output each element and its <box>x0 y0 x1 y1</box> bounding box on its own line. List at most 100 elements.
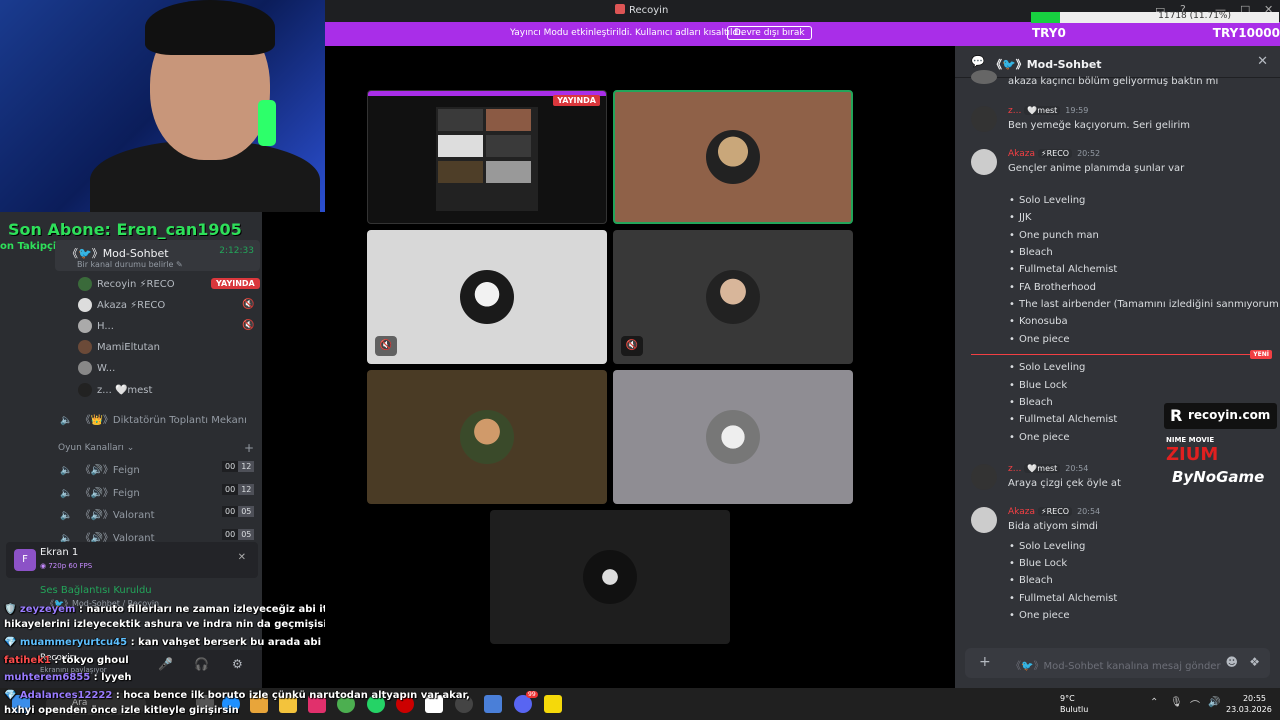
add-attachment-icon[interactable]: + <box>979 654 991 670</box>
app-icon-2[interactable] <box>484 695 502 713</box>
headphones-icon[interactable]: 🎧 <box>194 657 209 671</box>
voice-member[interactable]: z... 🤍mest <box>78 383 152 401</box>
voice-connected-status[interactable]: Ses Bağlantısı Kuruldu <box>40 585 152 596</box>
message-composer[interactable]: + 《🐦》Mod-Sohbet kanalına mesaj gönder ☻ … <box>965 648 1270 678</box>
speaker-icon: 🔈 <box>60 415 73 426</box>
chat-user: 💎 muammeryurtcu45 <box>4 637 128 648</box>
speaker-icon: 🔈 <box>60 465 73 476</box>
avatar <box>78 383 92 397</box>
discord-badge: 99 <box>526 691 538 698</box>
channel-item[interactable]: 🔈 《🔊》Feign <box>60 461 140 476</box>
chat-text: : lyyeh <box>90 672 132 683</box>
participant-tile[interactable] <box>613 370 853 504</box>
volume-icon[interactable]: 🔊 <box>1208 697 1220 708</box>
overlay-chat-line: hxhyi openden önce izle kitleyle girişir… <box>4 705 239 716</box>
participant-avatar <box>706 130 760 184</box>
webcam-hair <box>145 0 275 55</box>
wifi-icon[interactable]: ⌒ <box>1190 697 1200 712</box>
list-item: Konosuba <box>1009 316 1068 327</box>
text-chat-panel: 💬 《🐦》Mod-Sohbet ✕ akaza kaçıncı bölüm ge… <box>955 46 1280 688</box>
message-author[interactable]: Akaza ⚡RECO 20:52 <box>1008 149 1100 159</box>
stream-tile[interactable]: YAYINDA <box>367 90 607 224</box>
sticky-notes-icon[interactable] <box>544 695 562 713</box>
chat-user: muhterem6855 <box>4 672 91 683</box>
voice-member[interactable]: MamiEltutan <box>78 340 160 358</box>
close-chat-icon[interactable]: ✕ <box>1257 54 1268 69</box>
category-games[interactable]: Oyun Kanalları ⌄ <box>58 443 134 453</box>
channel-item[interactable]: 🔈 《🔊》Valorant <box>60 506 155 521</box>
sponsor-zium: ZIUM <box>1166 444 1219 465</box>
voice-channel-header[interactable]: 《🐦》Mod-Sohbet 2:12:33 Bir kanal durumu b… <box>55 240 260 271</box>
preview-cell <box>486 109 531 131</box>
goal-bar: 11718 (11.71%) <box>1031 11 1279 23</box>
count-a: 00 <box>222 461 239 472</box>
voice-member[interactable]: Akaza ⚡RECO <box>78 298 165 316</box>
message-time: 20:54 <box>1077 507 1101 516</box>
member-name: H... <box>97 321 114 332</box>
participant-tile[interactable] <box>367 370 607 504</box>
channel-status[interactable]: Bir kanal durumu belirle ✎ <box>77 260 183 269</box>
count-b: 12 <box>238 461 255 472</box>
clock[interactable]: 20:55 23.03.2026 <box>1226 693 1272 715</box>
stop-share-icon[interactable]: ✕ <box>238 552 246 563</box>
message-author[interactable]: z... 🤍mest 20:54 <box>1008 464 1088 474</box>
add-channel-icon[interactable]: + <box>244 441 254 455</box>
chevron-up-icon[interactable]: ⌃ <box>1150 697 1158 708</box>
participant-tile[interactable] <box>490 510 730 644</box>
emoji-icon[interactable]: ☻ <box>1225 655 1238 669</box>
mute-icon: 🔇 <box>242 299 255 310</box>
donation-goal-overlay: 11718 (11.71%) TRY0 TRY10000 <box>1030 10 1280 44</box>
participant-avatar <box>460 410 514 464</box>
mic-tray-icon[interactable]: 🎙 <box>1170 697 1183 708</box>
screen-share-panel[interactable]: F Ekran 1 ◉ 720p 60 FPS ✕ <box>6 542 258 578</box>
apps-icon[interactable]: ❖ <box>1249 655 1260 669</box>
participant-tile[interactable]: 🔇 <box>367 230 607 364</box>
weather-widget[interactable]: 9°C Bulutlu <box>1060 693 1088 715</box>
chat-text: : kan vahşet berserk bu arada abi <box>127 637 322 648</box>
participant-avatar <box>706 270 760 324</box>
channel-item[interactable]: 🔈 《🔊》Feign <box>60 484 140 499</box>
list-item: Bleach <box>1009 575 1053 586</box>
chat-text: : tokyo ghoul <box>50 655 129 666</box>
channel-name: 《👑》Diktatörün Toplantı Mekanı <box>80 415 247 426</box>
avatar <box>78 340 92 354</box>
muted-icon: 🔇 <box>375 336 397 356</box>
avatar <box>78 298 92 312</box>
message-author[interactable]: z... 🤍mest 19:59 <box>1008 106 1088 116</box>
channel-meeting[interactable]: 🔈 《👑》Diktatörün Toplantı Mekanı <box>60 411 247 426</box>
goal-bar-fill <box>1031 12 1061 23</box>
new-messages-badge: YENİ <box>1250 350 1272 359</box>
message-author[interactable]: Akaza ⚡RECO 20:54 <box>1008 507 1100 517</box>
settings-icon[interactable]: ⚙ <box>232 657 243 671</box>
count-a: 00 <box>222 529 239 540</box>
window-title: Recoyin <box>615 4 668 16</box>
count-a: 00 <box>222 506 239 517</box>
member-name: MamiEltutan <box>97 342 161 353</box>
list-item: Fullmetal Alchemist <box>1009 414 1117 425</box>
mute-icon: 🔇 <box>242 320 255 331</box>
list-item: One piece <box>1009 610 1070 621</box>
voice-member[interactable]: W... <box>78 361 115 379</box>
chat-user: 🛡️ zeyzeyem <box>4 604 76 615</box>
chat-header: 💬 《🐦》Mod-Sohbet ✕ <box>955 46 1280 78</box>
voice-member[interactable]: Recoyin ⚡RECO <box>78 277 175 295</box>
mic-icon[interactable]: 🎤 <box>158 657 173 671</box>
list-item: One piece <box>1009 432 1070 443</box>
list-item: The last airbender (Tamamını izlediğini … <box>1009 299 1279 310</box>
disable-streamer-mode-button[interactable]: Devre dışı bırak <box>727 26 812 40</box>
avatar <box>971 70 997 84</box>
message-text: Bida atiyom simdi <box>1008 521 1098 532</box>
goal-min-label: TRY0 <box>1032 26 1066 40</box>
message-time: 20:54 <box>1065 464 1089 473</box>
voice-member[interactable]: H... <box>78 319 114 337</box>
participant-tile-speaking[interactable] <box>613 90 853 224</box>
list-item: Fullmetal Alchemist <box>1009 593 1117 604</box>
author-badge: ⚡RECO <box>1037 507 1073 516</box>
webcam-mic <box>258 100 276 146</box>
list-item: Bleach <box>1009 247 1053 258</box>
overlay-chat-line: fatihek1 : tokyo ghoul <box>4 655 129 666</box>
list-item: Bleach <box>1009 397 1053 408</box>
participant-tile[interactable]: 🔇 <box>613 230 853 364</box>
participant-avatar <box>460 270 514 324</box>
message-input[interactable]: 《🐦》Mod-Sohbet kanalına mesaj gönder <box>1011 657 1221 672</box>
